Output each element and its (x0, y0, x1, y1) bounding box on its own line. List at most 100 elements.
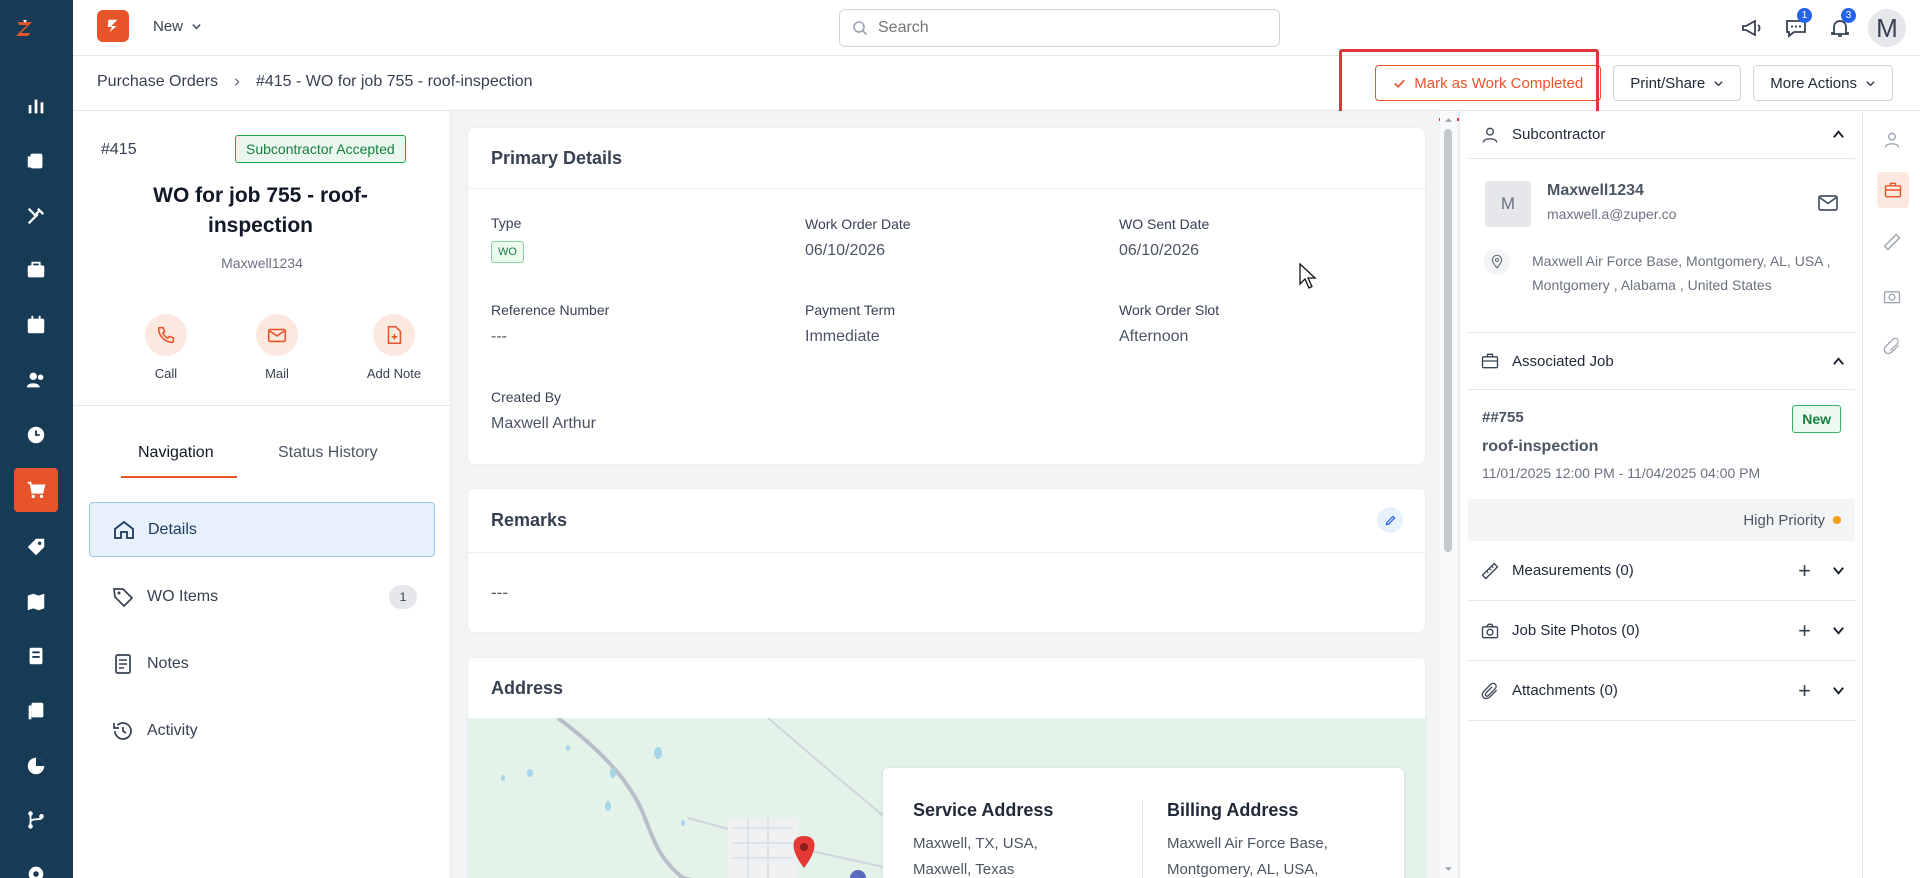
add-measurement-icon[interactable]: + (1798, 558, 1811, 584)
address-map[interactable]: Service Address Maxwell, TX, USA, Maxwel… (468, 718, 1427, 878)
address-card: Address Service Address Maxwell, TX, USA… (467, 657, 1427, 878)
documents-icon[interactable] (22, 697, 50, 725)
notifications-badge: 3 (1841, 8, 1856, 23)
chevron-down-icon (192, 24, 201, 30)
person-icon[interactable] (1879, 127, 1905, 153)
briefcase-icon[interactable] (22, 256, 50, 284)
chevron-down-icon[interactable] (1832, 624, 1845, 637)
service-address: Service Address Maxwell, TX, USA, Maxwel… (913, 800, 1123, 878)
calendar-icon[interactable] (22, 311, 50, 339)
subcontractor-name: Maxwell1234 (221, 255, 303, 271)
chevron-up-icon[interactable] (1832, 128, 1845, 141)
more-actions-button[interactable]: More Actions (1753, 65, 1893, 101)
scrollbar-thumb[interactable] (1444, 129, 1452, 552)
ruler-icon[interactable] (1879, 229, 1905, 255)
measurements-label: Measurements (0) (1512, 562, 1634, 579)
home-icon (114, 520, 134, 539)
job-number: ##755 (1482, 409, 1524, 426)
work-order-date-value: 06/10/2026 (805, 242, 886, 259)
new-menu-button[interactable]: New (153, 18, 202, 35)
breadcrumb: Purchase Orders #415 - WO for job 755 - … (97, 73, 533, 91)
chevron-up-icon[interactable] (1832, 355, 1845, 368)
print-share-button[interactable]: Print/Share (1613, 65, 1742, 101)
settings-gear-icon[interactable] (22, 860, 50, 878)
job-site-photos-section-header[interactable]: Job Site Photos (0) + (1468, 601, 1855, 661)
user-avatar[interactable]: M (1868, 9, 1906, 47)
wo-sent-date-value: 06/10/2026 (1119, 242, 1200, 259)
purchase-cart-icon[interactable] (14, 468, 58, 512)
side-info-panel: Subcontractor M Maxwell1234 maxwell.a@zu… (1459, 111, 1862, 878)
camera-icon[interactable] (1879, 283, 1905, 309)
paperclip-icon[interactable] (1879, 333, 1905, 359)
subcontractor-avatar: M (1485, 181, 1531, 227)
chevron-down-icon[interactable] (1832, 684, 1845, 697)
type-label: Type (491, 215, 522, 231)
edit-remarks-button[interactable] (1377, 507, 1403, 533)
notifications-button[interactable]: 3 (1818, 8, 1862, 48)
remarks-card: Remarks --- (467, 488, 1426, 633)
tab-navigation[interactable]: Navigation (138, 444, 214, 462)
breadcrumb-purchase-orders[interactable]: Purchase Orders (97, 73, 218, 91)
jobs-icon[interactable] (22, 147, 50, 175)
chat-button[interactable]: 1 (1774, 8, 1818, 48)
payment-term-label: Payment Term (805, 302, 895, 318)
more-actions-label: More Actions (1770, 74, 1857, 92)
mail-icon[interactable] (1816, 191, 1840, 215)
price-tag-icon[interactable] (22, 533, 50, 561)
content-scrollbar[interactable] (1440, 111, 1457, 878)
customers-icon[interactable] (22, 366, 50, 394)
mark-work-completed-button[interactable]: Mark as Work Completed (1375, 65, 1602, 101)
invoice-icon[interactable] (22, 642, 50, 670)
chevron-down-icon[interactable] (1832, 564, 1845, 577)
nav-item-details[interactable]: Details (89, 502, 435, 557)
job-name[interactable]: roof-inspection (1482, 438, 1598, 456)
add-attachment-icon[interactable]: + (1798, 678, 1811, 704)
primary-details-heading: Primary Details (491, 147, 623, 168)
attachments-section-header[interactable]: Attachments (0) + (1468, 661, 1855, 721)
add-photo-icon[interactable]: + (1798, 618, 1811, 644)
map-icon[interactable] (22, 588, 50, 616)
search-input[interactable] (878, 19, 1258, 37)
announcements-button[interactable] (1730, 8, 1774, 48)
briefcase-icon[interactable] (1877, 172, 1909, 208)
print-share-label: Print/Share (1630, 74, 1706, 92)
nav-item-notes[interactable]: Notes (89, 636, 435, 691)
reports-icon[interactable] (22, 92, 50, 120)
app-switcher-logo[interactable] (97, 10, 129, 42)
global-search[interactable] (839, 9, 1280, 47)
billing-address-heading: Billing Address (1167, 800, 1299, 820)
add-note-label: Add Note (366, 366, 422, 381)
right-icon-rail (1862, 111, 1920, 878)
associated-job-heading: Associated Job (1512, 352, 1614, 370)
new-menu-label: New (153, 18, 184, 35)
nav-item-wo-items[interactable]: WO Items 1 (89, 569, 435, 624)
measurements-section-header[interactable]: Measurements (0) + (1468, 541, 1855, 601)
subcontractor-name[interactable]: Maxwell1234 (1547, 182, 1644, 200)
workflow-icon[interactable] (22, 806, 50, 834)
timesheet-icon[interactable] (22, 421, 50, 449)
nav-item-activity[interactable]: Activity (89, 703, 435, 758)
associated-job-section-header[interactable]: Associated Job (1468, 332, 1855, 390)
type-badge: WO (491, 241, 524, 263)
created-by-label: Created By (491, 389, 562, 405)
add-note-action[interactable]: Add Note (344, 314, 444, 381)
subcontractor-section-header[interactable]: Subcontractor (1468, 111, 1855, 159)
address-details-box: Service Address Maxwell, TX, USA, Maxwel… (883, 768, 1404, 878)
tab-status-history[interactable]: Status History (278, 444, 378, 462)
job-schedule: 11/01/2025 12:00 PM - 11/04/2025 04:00 P… (1482, 465, 1761, 481)
chat-badge: 1 (1797, 8, 1812, 23)
payment-term-value: Immediate (805, 328, 880, 345)
call-label: Call (154, 366, 178, 381)
breadcrumb-current: #415 - WO for job 755 - roof-inspection (255, 73, 533, 90)
billing-address: Billing Address Maxwell Air Force Base, … (1167, 800, 1387, 878)
reference-number-label: Reference Number (491, 302, 610, 318)
associated-job-card[interactable]: ##755 New roof-inspection 11/01/2025 12:… (1468, 391, 1855, 541)
call-action[interactable]: Call (116, 314, 216, 381)
pencil-icon (1385, 515, 1395, 525)
zuper-logo[interactable] (14, 18, 58, 62)
analytics-pie-icon[interactable] (22, 752, 50, 780)
history-icon (113, 721, 132, 740)
details-content: Primary Details Type WO Work Order Date … (451, 111, 1439, 878)
mail-action[interactable]: Mail (227, 314, 327, 381)
tools-icon[interactable] (22, 202, 50, 230)
